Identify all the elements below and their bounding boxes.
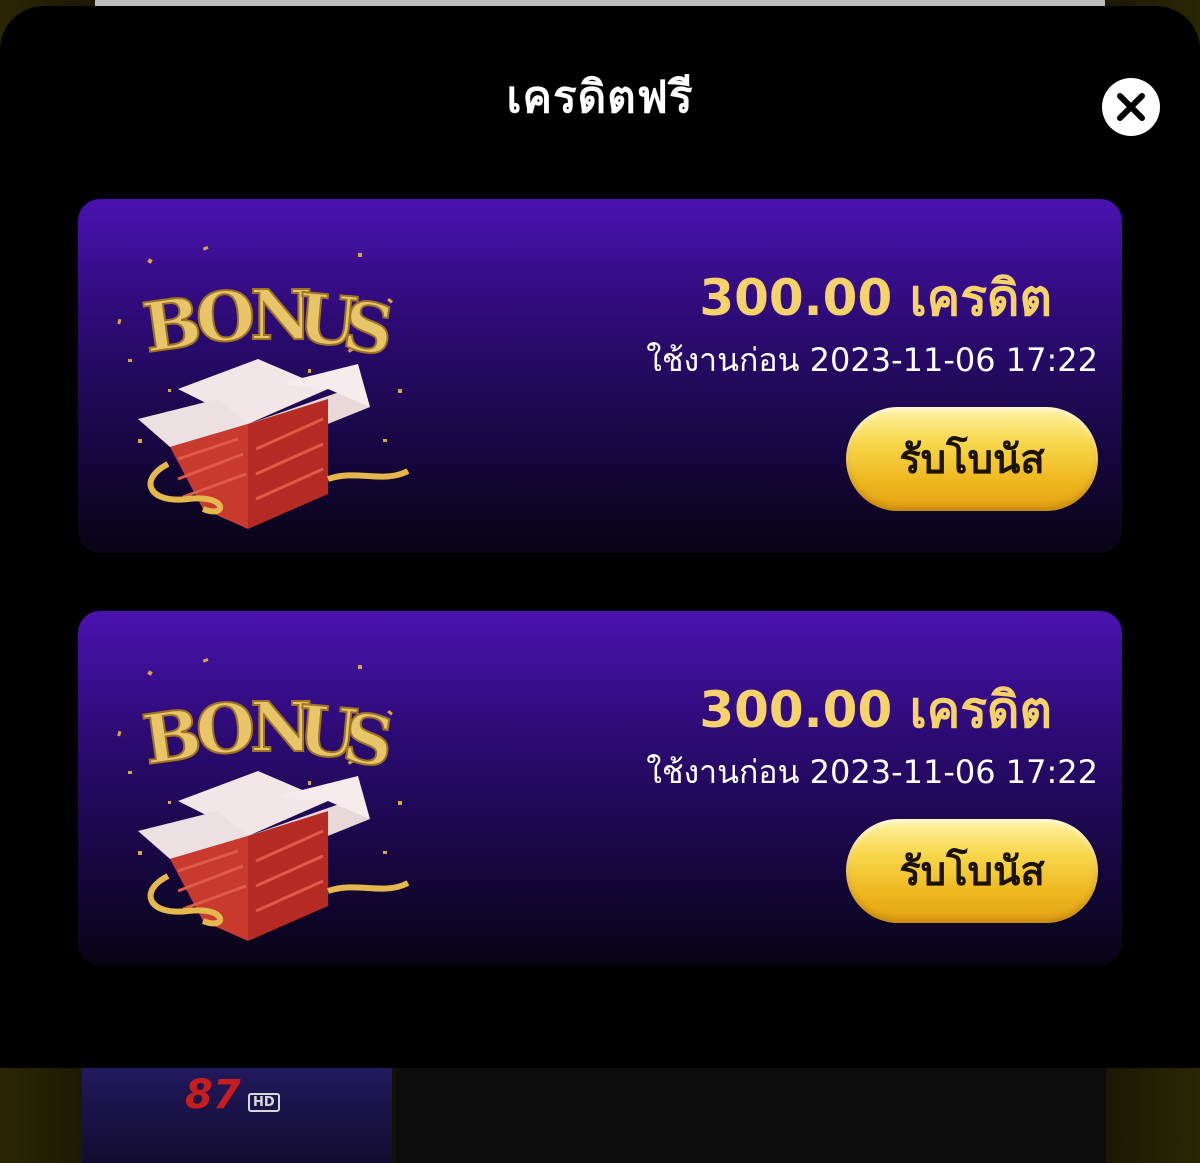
bonus-amount: 300.00 เครดิต (699, 269, 1052, 327)
bonus-expiry: ใช้งานก่อน 2023-11-06 17:22 (646, 753, 1098, 791)
svg-text:O: O (193, 276, 258, 360)
svg-text:O: O (193, 688, 258, 772)
bonus-expiry: ใช้งานก่อน 2023-11-06 17:22 (646, 341, 1098, 379)
free-credit-modal: เครดิตฟรี B O N U S 300.00 เครดิต ใช้งาน… (0, 6, 1200, 1068)
close-icon (1117, 93, 1145, 121)
modal-title: เครดิตฟรี (506, 72, 694, 123)
bonus-card: B O N U S 300.00 เครดิต ใช้งานก่อน 2023-… (78, 611, 1122, 965)
claim-bonus-button[interactable]: รับโบนัส (846, 407, 1098, 511)
close-button[interactable] (1102, 78, 1160, 136)
bonus-amount: 300.00 เครดิต (699, 681, 1052, 739)
bonus-gift-box-icon: B O N U S (117, 658, 410, 941)
background-content-panel (396, 1062, 1106, 1163)
bonus-gift-box-icon: B O N U S (117, 246, 410, 529)
background-hd-badge: HD (248, 1093, 280, 1112)
claim-bonus-button[interactable]: รับโบนัส (846, 819, 1098, 923)
bonus-card: B O N U S 300.00 เครดิต ใช้งานก่อน 2023-… (78, 199, 1122, 553)
background-thumbnail-logo: 87 (185, 1072, 241, 1118)
